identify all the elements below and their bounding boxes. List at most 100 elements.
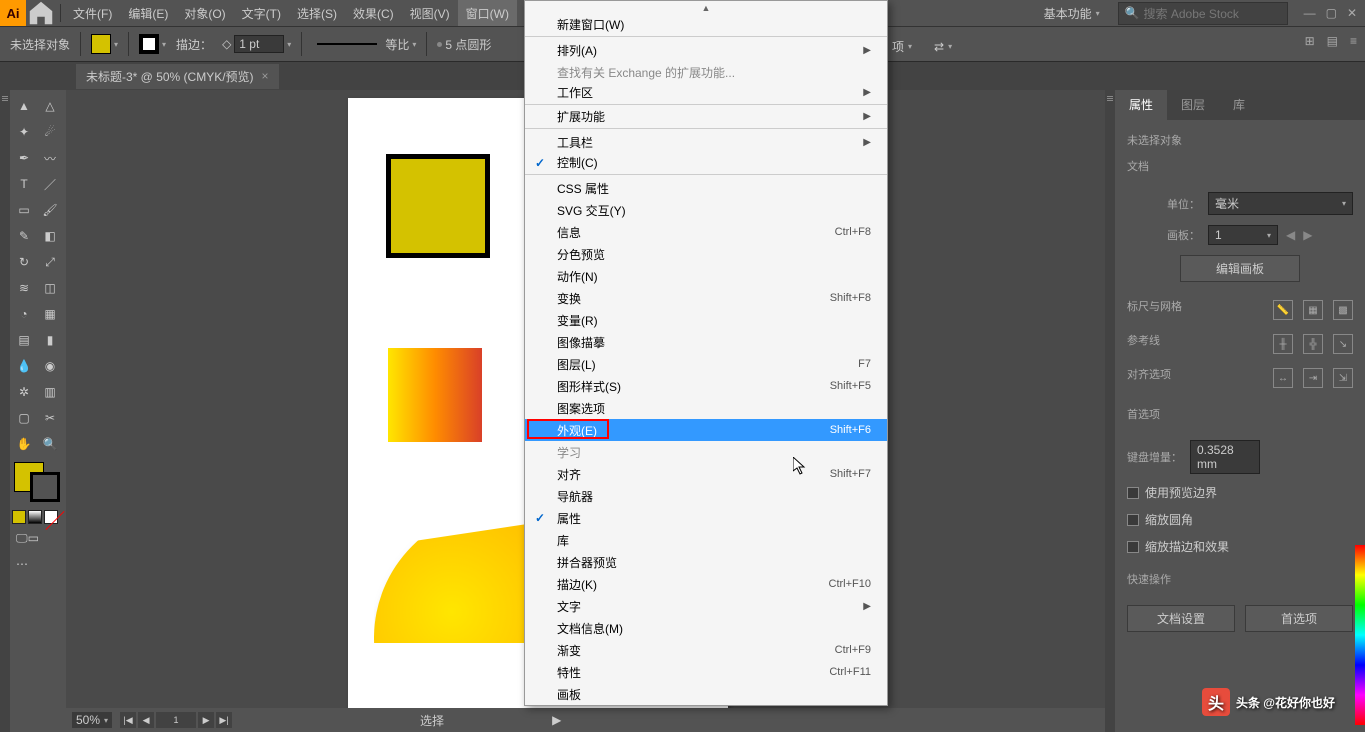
slice-tool[interactable]: ✂ [38, 406, 62, 430]
menu-item-11[interactable]: 动作(N) [525, 265, 887, 287]
menu-item-16[interactable]: 图形样式(S)Shift+F5 [525, 375, 887, 397]
pen-tool[interactable]: ✒ [12, 146, 36, 170]
eyedropper-tool[interactable]: 💧 [12, 354, 36, 378]
close-icon[interactable]: ✕ [1347, 6, 1357, 20]
key-increment-input[interactable]: 0.3528 mm [1190, 440, 1260, 474]
eraser-tool[interactable]: ◧ [38, 224, 62, 248]
snap-point-icon[interactable]: ⇥ [1303, 368, 1323, 388]
mesh-tool[interactable]: ▤ [12, 328, 36, 352]
panel-collapse-strip[interactable] [1105, 90, 1115, 732]
brush-definition[interactable]: 5 点圆形 [437, 36, 491, 53]
graph-tool[interactable]: ▥ [38, 380, 62, 404]
scale-corners-checkbox[interactable] [1127, 514, 1139, 526]
color-spectrum-strip[interactable] [1355, 545, 1365, 725]
home-icon[interactable] [26, 0, 56, 26]
scroll-right-icon[interactable]: ▶ [552, 713, 561, 727]
width-tool[interactable]: ≋ [12, 276, 36, 300]
snap-pixel-icon[interactable]: ↔ [1273, 368, 1293, 388]
perspective-grid-tool[interactable]: ▦ [38, 302, 62, 326]
scale-strokes-checkbox[interactable] [1127, 541, 1139, 553]
guides-lock-icon[interactable]: ╬ [1303, 334, 1323, 354]
menu-item-3[interactable]: 工作区▶ [525, 83, 887, 105]
menu-t[interactable]: 文字(T) [234, 0, 289, 26]
menu-item-23[interactable]: 库 [525, 529, 887, 551]
menu-item-19[interactable]: 学习 [525, 441, 887, 463]
zoom-selector[interactable]: 50%▾ [72, 712, 112, 728]
arrange-icon[interactable]: ▤ [1327, 34, 1338, 48]
tab-libraries[interactable]: 库 [1219, 90, 1259, 120]
menu-e[interactable]: 编辑(E) [120, 0, 176, 26]
screen-mode-tool[interactable]: 🖵▭ [12, 526, 62, 550]
preview-bounds-checkbox[interactable] [1127, 487, 1139, 499]
panel-layout-icon[interactable]: ⊞ [1305, 34, 1315, 48]
stroke-swatch[interactable]: ▾ [139, 34, 166, 54]
menu-item-4[interactable]: 扩展功能▶ [525, 107, 887, 129]
prev-ab-icon[interactable]: ◀ [1286, 228, 1295, 242]
unit-select[interactable]: 毫米▾ [1208, 192, 1353, 215]
next-ab-icon[interactable]: ▶ [1303, 228, 1312, 242]
menu-item-13[interactable]: 变量(R) [525, 309, 887, 331]
magic-wand-tool[interactable]: ✦ [12, 120, 36, 144]
menu-item-30[interactable]: 画板 [525, 683, 887, 705]
menu-item-24[interactable]: 拼合器预览 [525, 551, 887, 573]
menu-item-14[interactable]: 图像描摹 [525, 331, 887, 353]
more-icon[interactable]: ≡ [1350, 34, 1357, 48]
smart-guides-icon[interactable]: ↘ [1333, 334, 1353, 354]
edit-toolbar[interactable]: ⋯ [12, 552, 62, 576]
next-artboard-icon[interactable]: ▶ [198, 712, 214, 728]
menu-item-0[interactable]: 新建窗口(W) [525, 15, 887, 37]
maximize-icon[interactable]: ▢ [1326, 6, 1337, 20]
transparency-grid-icon[interactable]: ▩ [1333, 300, 1353, 320]
menu-item-25[interactable]: 描边(K)Ctrl+F10 [525, 573, 887, 595]
rotate-tool[interactable]: ↻ [12, 250, 36, 274]
last-artboard-icon[interactable]: ▶| [216, 712, 232, 728]
menu-item-7[interactable]: CSS 属性 [525, 177, 887, 199]
fan-shape[interactable] [356, 508, 544, 643]
artboard-tool[interactable]: ▢ [12, 406, 36, 430]
menu-item-28[interactable]: 渐变Ctrl+F9 [525, 639, 887, 661]
selection-tool[interactable]: ▲ [12, 94, 36, 118]
minimize-icon[interactable]: — [1304, 6, 1316, 20]
menu-item-1[interactable]: 排列(A)▶ [525, 39, 887, 61]
tab-properties[interactable]: 属性 [1115, 90, 1167, 120]
free-transform-tool[interactable]: ◫ [38, 276, 62, 300]
line-tool[interactable]: ／ [38, 172, 62, 196]
type-tool[interactable]: T [12, 172, 36, 196]
yellow-square-shape[interactable] [386, 154, 490, 258]
close-tab-icon[interactable]: × [262, 69, 269, 83]
menu-item-29[interactable]: 特性Ctrl+F11 [525, 661, 887, 683]
prefs-button[interactable]: 首选项 [1245, 605, 1353, 632]
menu-item-10[interactable]: 分色预览 [525, 243, 887, 265]
fill-stroke-proxy[interactable] [12, 462, 62, 502]
doc-settings-button[interactable]: 文档设置 [1127, 605, 1235, 632]
menu-v[interactable]: 视图(V) [402, 0, 458, 26]
guides-show-icon[interactable]: ╫ [1273, 334, 1293, 354]
document-tab[interactable]: 未标题-3* @ 50% (CMYK/预览) × [76, 64, 279, 89]
menu-item-27[interactable]: 文档信息(M) [525, 617, 887, 639]
ruler-icon[interactable]: 📏 [1273, 300, 1293, 320]
menu-item-17[interactable]: 图案选项 [525, 397, 887, 419]
gradient-tool[interactable]: ▮ [38, 328, 62, 352]
fill-swatch[interactable]: ▾ [91, 34, 118, 54]
paintbrush-tool[interactable]: 🖌 [38, 198, 62, 222]
stroke-weight-input[interactable]: ◇1 pt▾ [222, 35, 291, 53]
workspace-selector[interactable]: 基本功能▾ [1034, 3, 1110, 24]
menu-item-15[interactable]: 图层(L)F7 [525, 353, 887, 375]
zoom-tool[interactable]: 🔍 [38, 432, 62, 456]
artboard-select[interactable]: 1▾ [1208, 225, 1278, 245]
menu-item-2[interactable]: 查找有关 Exchange 的扩展功能... [525, 61, 887, 83]
menu-w[interactable]: 窗口(W) [458, 0, 517, 26]
artboard-number[interactable]: 1 [156, 712, 196, 728]
menu-f[interactable]: 文件(F) [65, 0, 120, 26]
menu-o[interactable]: 对象(O) [176, 0, 233, 26]
align-distribute-icon[interactable]: ⇄ [934, 40, 944, 54]
prev-artboard-icon[interactable]: ◀ [138, 712, 154, 728]
menu-c[interactable]: 效果(C) [345, 0, 402, 26]
first-artboard-icon[interactable]: |◀ [120, 712, 136, 728]
gradient-square-shape[interactable] [388, 348, 482, 442]
hand-tool[interactable]: ✋ [12, 432, 36, 456]
menu-item-8[interactable]: SVG 交互(Y) [525, 199, 887, 221]
menu-s[interactable]: 选择(S) [289, 0, 345, 26]
blend-tool[interactable]: ◉ [38, 354, 62, 378]
menu-item-9[interactable]: 信息Ctrl+F8 [525, 221, 887, 243]
